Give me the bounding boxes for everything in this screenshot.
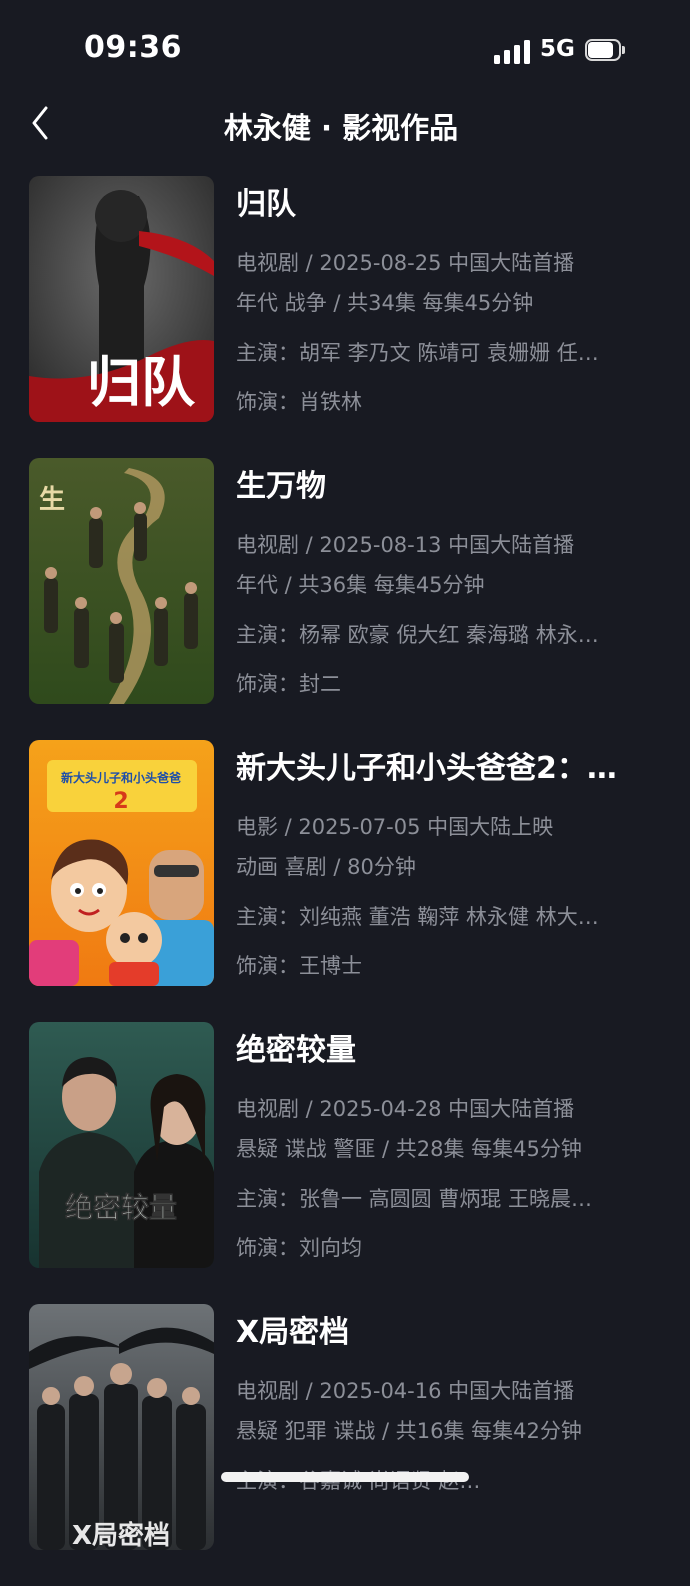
works-list: 归队 归队 电视剧 / 2025-08-25 中国大陆首播 年代 战争 / 共3…: [0, 176, 690, 1586]
poster-image[interactable]: X局密档: [29, 1304, 214, 1550]
work-title[interactable]: 新大头儿子和小头爸爸2：…: [236, 748, 656, 790]
work-title[interactable]: X局密档: [236, 1312, 656, 1354]
signal-icon: [494, 40, 532, 64]
home-indicator[interactable]: [221, 1472, 469, 1482]
work-tags: 悬疑 谍战 警匪 / 共28集 每集45分钟: [236, 1137, 582, 1161]
poster-image[interactable]: 生: [29, 458, 214, 704]
work-cast: 主演：胡军 李乃文 陈靖可 袁姗姗 任…: [236, 341, 599, 365]
work-cast: 主演：刘纯燕 董浩 鞠萍 林永健 林大…: [236, 905, 599, 929]
page-title: 林永健 · 影视作品: [223, 111, 459, 145]
battery-icon: [585, 39, 625, 63]
work-meta: 电视剧 / 2025-04-28 中国大陆首播: [236, 1097, 575, 1121]
work-meta: 电影 / 2025-07-05 中国大陆上映: [236, 815, 554, 839]
status-time: 09:36: [84, 30, 182, 65]
poster-image[interactable]: 新大头儿子和小头爸爸 2: [29, 740, 214, 986]
work-tags: 悬疑 犯罪 谍战 / 共16集 每集42分钟: [236, 1419, 582, 1443]
work-cast: 主演：张鲁一 高圆圆 曹炳琨 王晓晨…: [236, 1187, 593, 1211]
poster-title: 新大头儿子和小头爸爸: [61, 770, 181, 785]
work-item[interactable]: X局密档 X局密档 电视剧 / 2025-04-16 中国大陆首播 悬疑 犯罪 …: [0, 1304, 690, 1586]
poster-title: 生: [39, 485, 65, 515]
work-tags: 年代 / 共36集 每集45分钟: [236, 573, 485, 597]
work-tags: 年代 战争 / 共34集 每集45分钟: [236, 291, 534, 315]
work-item[interactable]: 新大头儿子和小头爸爸 2 新大头儿子和小头爸爸2：… 电影 / 2025-07-…: [0, 740, 690, 1022]
nav-bar: 林永健 · 影视作品: [0, 95, 690, 151]
poster-number: 2: [113, 789, 128, 814]
poster-image[interactable]: 归队: [29, 176, 214, 422]
work-role: 饰演：肖铁林: [236, 390, 362, 414]
work-title[interactable]: 绝密较量: [236, 1030, 656, 1072]
poster-title: X局密档: [72, 1520, 170, 1550]
work-tags: 动画 喜剧 / 80分钟: [236, 855, 416, 879]
work-title[interactable]: 归队: [236, 184, 656, 226]
status-bar: 09:36 5G: [0, 0, 690, 100]
work-role: 饰演：刘向均: [236, 1236, 362, 1260]
work-item[interactable]: 绝密较量 绝密较量 电视剧 / 2025-04-28 中国大陆首播 悬疑 谍战 …: [0, 1022, 690, 1304]
work-meta: 电视剧 / 2025-08-25 中国大陆首播: [236, 251, 575, 275]
work-role: 饰演：封二: [236, 672, 341, 696]
work-item[interactable]: 归队 归队 电视剧 / 2025-08-25 中国大陆首播 年代 战争 / 共3…: [0, 176, 690, 458]
work-meta: 电视剧 / 2025-08-13 中国大陆首播: [236, 533, 575, 557]
network-label: 5G: [540, 36, 575, 62]
work-meta: 电视剧 / 2025-04-16 中国大陆首播: [236, 1379, 575, 1403]
work-role: 饰演：王博士: [236, 954, 362, 978]
work-cast: 主演：杨幂 欧豪 倪大红 秦海璐 林永…: [236, 623, 599, 647]
work-item[interactable]: 生 生万物 电视剧 / 2025-08-13 中国大陆首播 年代 / 共36集 …: [0, 458, 690, 740]
poster-image[interactable]: 绝密较量: [29, 1022, 214, 1268]
poster-title: 归队: [87, 351, 196, 414]
poster-title: 绝密较量: [65, 1191, 177, 1224]
work-title[interactable]: 生万物: [236, 466, 656, 508]
